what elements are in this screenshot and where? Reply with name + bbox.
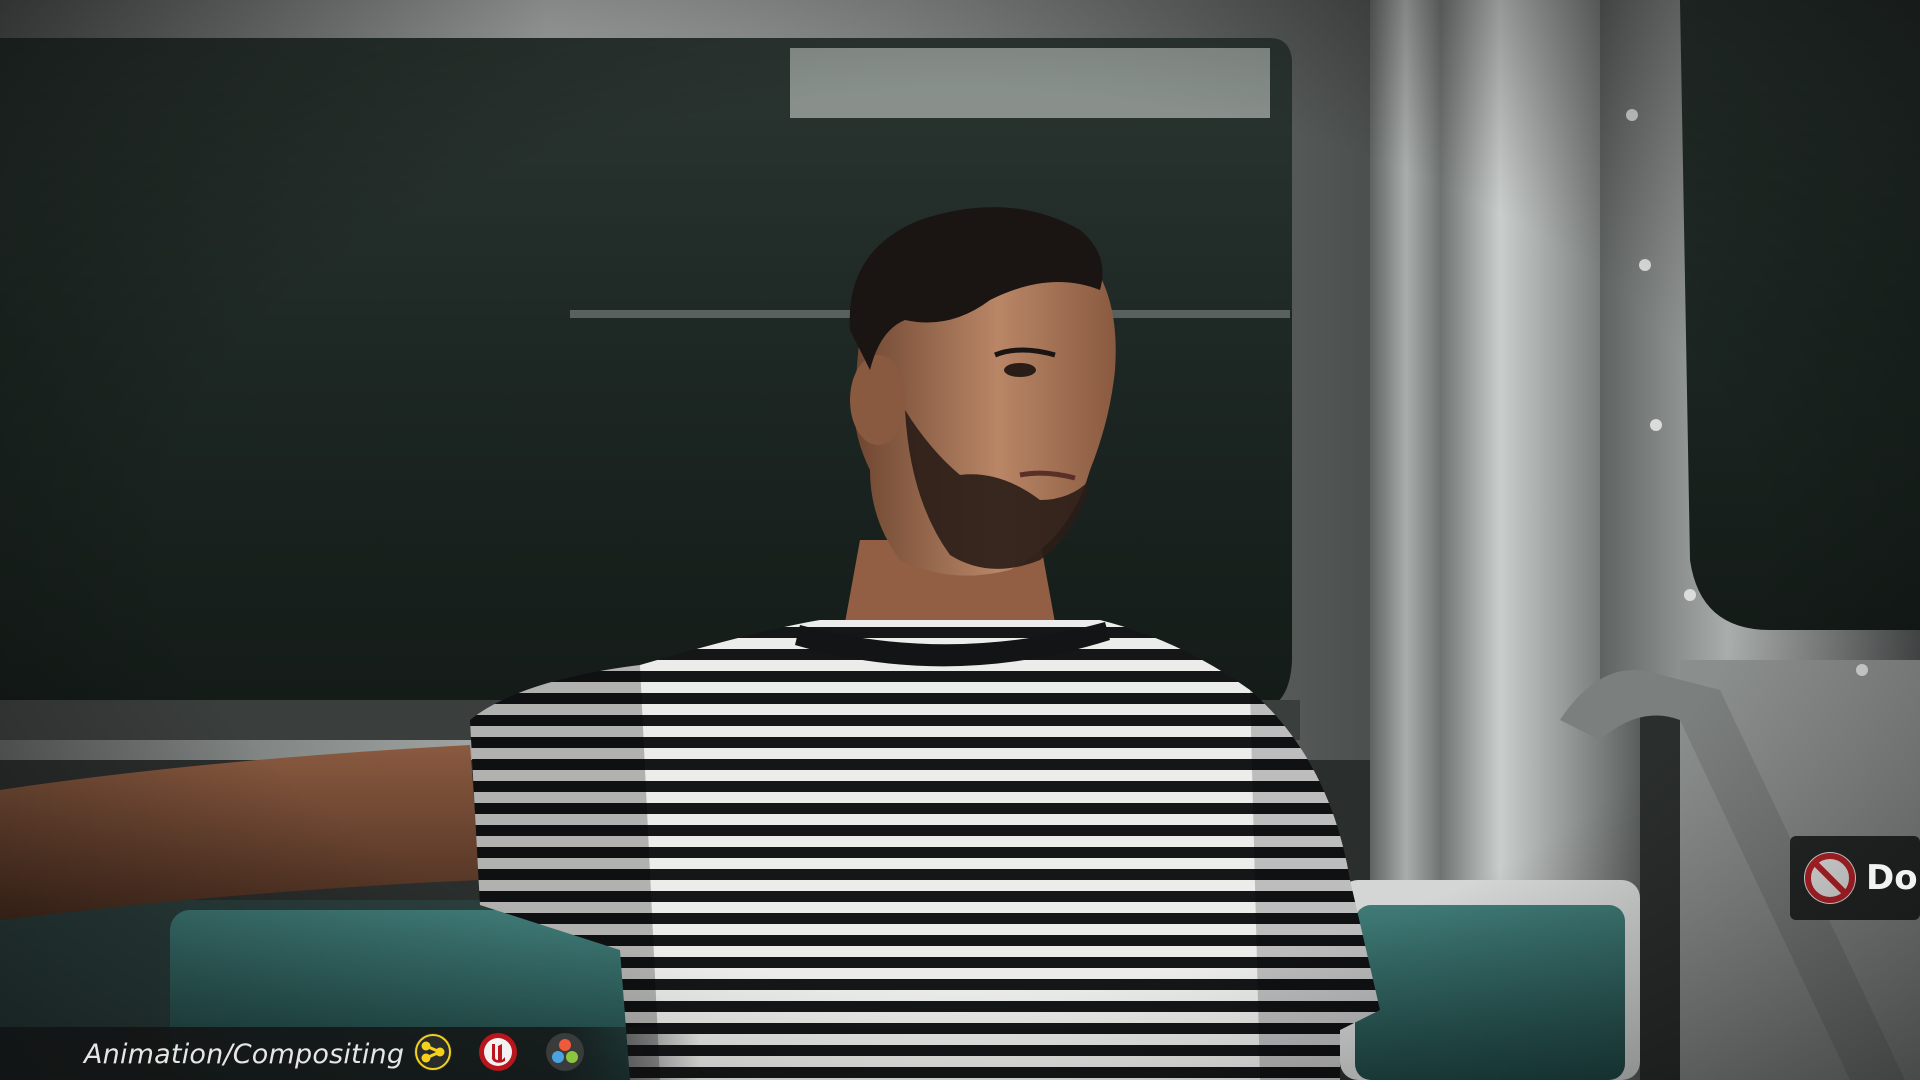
davinci-resolve-logo-icon [545, 1032, 585, 1072]
unreal-engine-logo-icon [478, 1032, 518, 1072]
video-frame: Do Animation/Compositing [0, 0, 1920, 1080]
subway-scene-image [0, 0, 1920, 1080]
node-graph-logo-icon [413, 1032, 453, 1072]
category-label: Animation/Compositing [84, 1039, 405, 1070]
door-sign-text: Do [1866, 858, 1918, 898]
